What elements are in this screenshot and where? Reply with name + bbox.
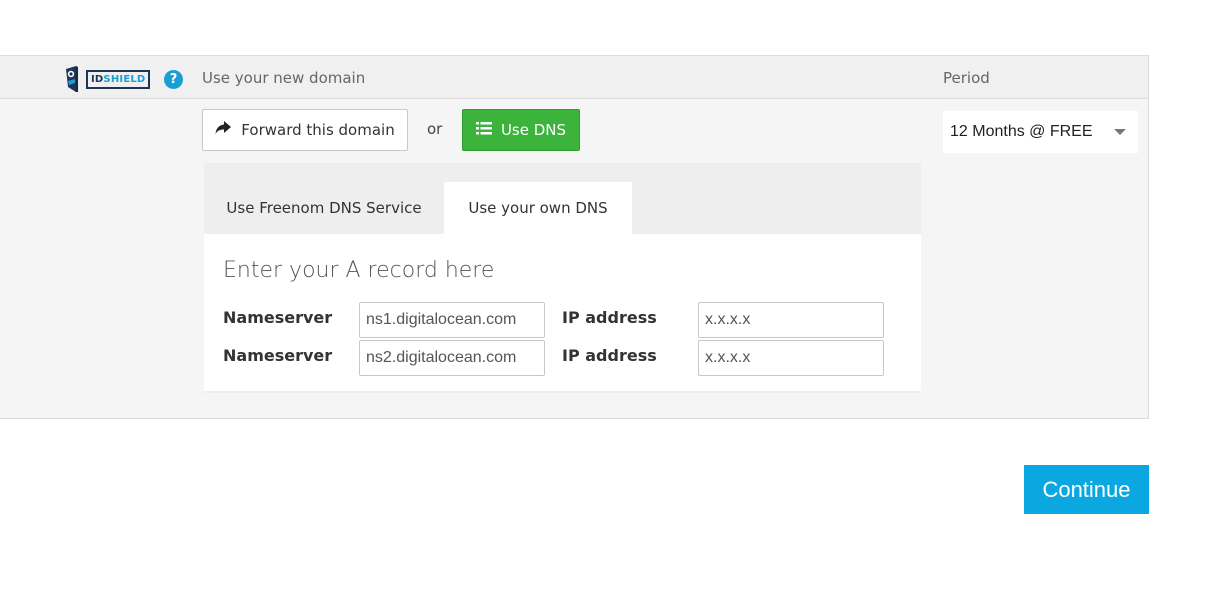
use-dns-button[interactable]: Use DNS [462,109,580,151]
continue-button[interactable]: Continue [1024,465,1149,514]
tab-freenom-dns-label: Use Freenom DNS Service [226,199,422,217]
list-icon [475,121,492,139]
forward-domain-button[interactable]: Forward this domain [202,109,408,151]
tab-own-dns[interactable]: Use your own DNS [444,182,632,234]
tab-own-dns-label: Use your own DNS [468,199,608,217]
domain-config-panel: ID SHIELD ? Use your new domain Period Fo… [0,55,1149,419]
or-separator: or [427,120,443,138]
ip-address-1-input[interactable]: x.x.x.x [698,302,884,338]
share-arrow-icon [215,121,232,139]
nameserver-1-label: Nameserver [223,308,333,327]
logo-text-id: ID [91,73,104,85]
ip-address-2-input[interactable]: x.x.x.x [698,340,884,376]
header-title: Use your new domain [202,69,366,87]
tab-freenom-dns[interactable]: Use Freenom DNS Service [204,182,444,234]
period-select[interactable]: 12 Months @ FREE [943,111,1138,153]
caret-down-icon [1114,129,1126,135]
period-label: Period [943,69,990,87]
idshield-logo: ID SHIELD [64,65,151,93]
nameserver-2-input[interactable]: ns2.digitalocean.com [359,340,545,376]
logo-text-shield: SHIELD [103,73,146,85]
panel-header: ID SHIELD ? Use your new domain Period [0,56,1148,99]
forward-domain-label: Forward this domain [241,121,395,139]
shield-head-icon [64,65,90,93]
record-form-title: Enter your A record here [223,258,495,283]
idshield-wordmark: ID SHIELD [86,69,151,89]
nameserver-1-input[interactable]: ns1.digitalocean.com [359,302,545,338]
ip-address-1-label: IP address [562,308,657,327]
use-dns-label: Use DNS [500,121,567,139]
question-circle-icon[interactable]: ? [164,70,183,89]
a-record-form: Enter your A record here Nameserver ns1.… [204,234,921,391]
nameserver-2-label: Nameserver [223,346,333,365]
period-select-value: 12 Months @ FREE [950,123,1093,140]
ip-address-2-label: IP address [562,346,657,365]
